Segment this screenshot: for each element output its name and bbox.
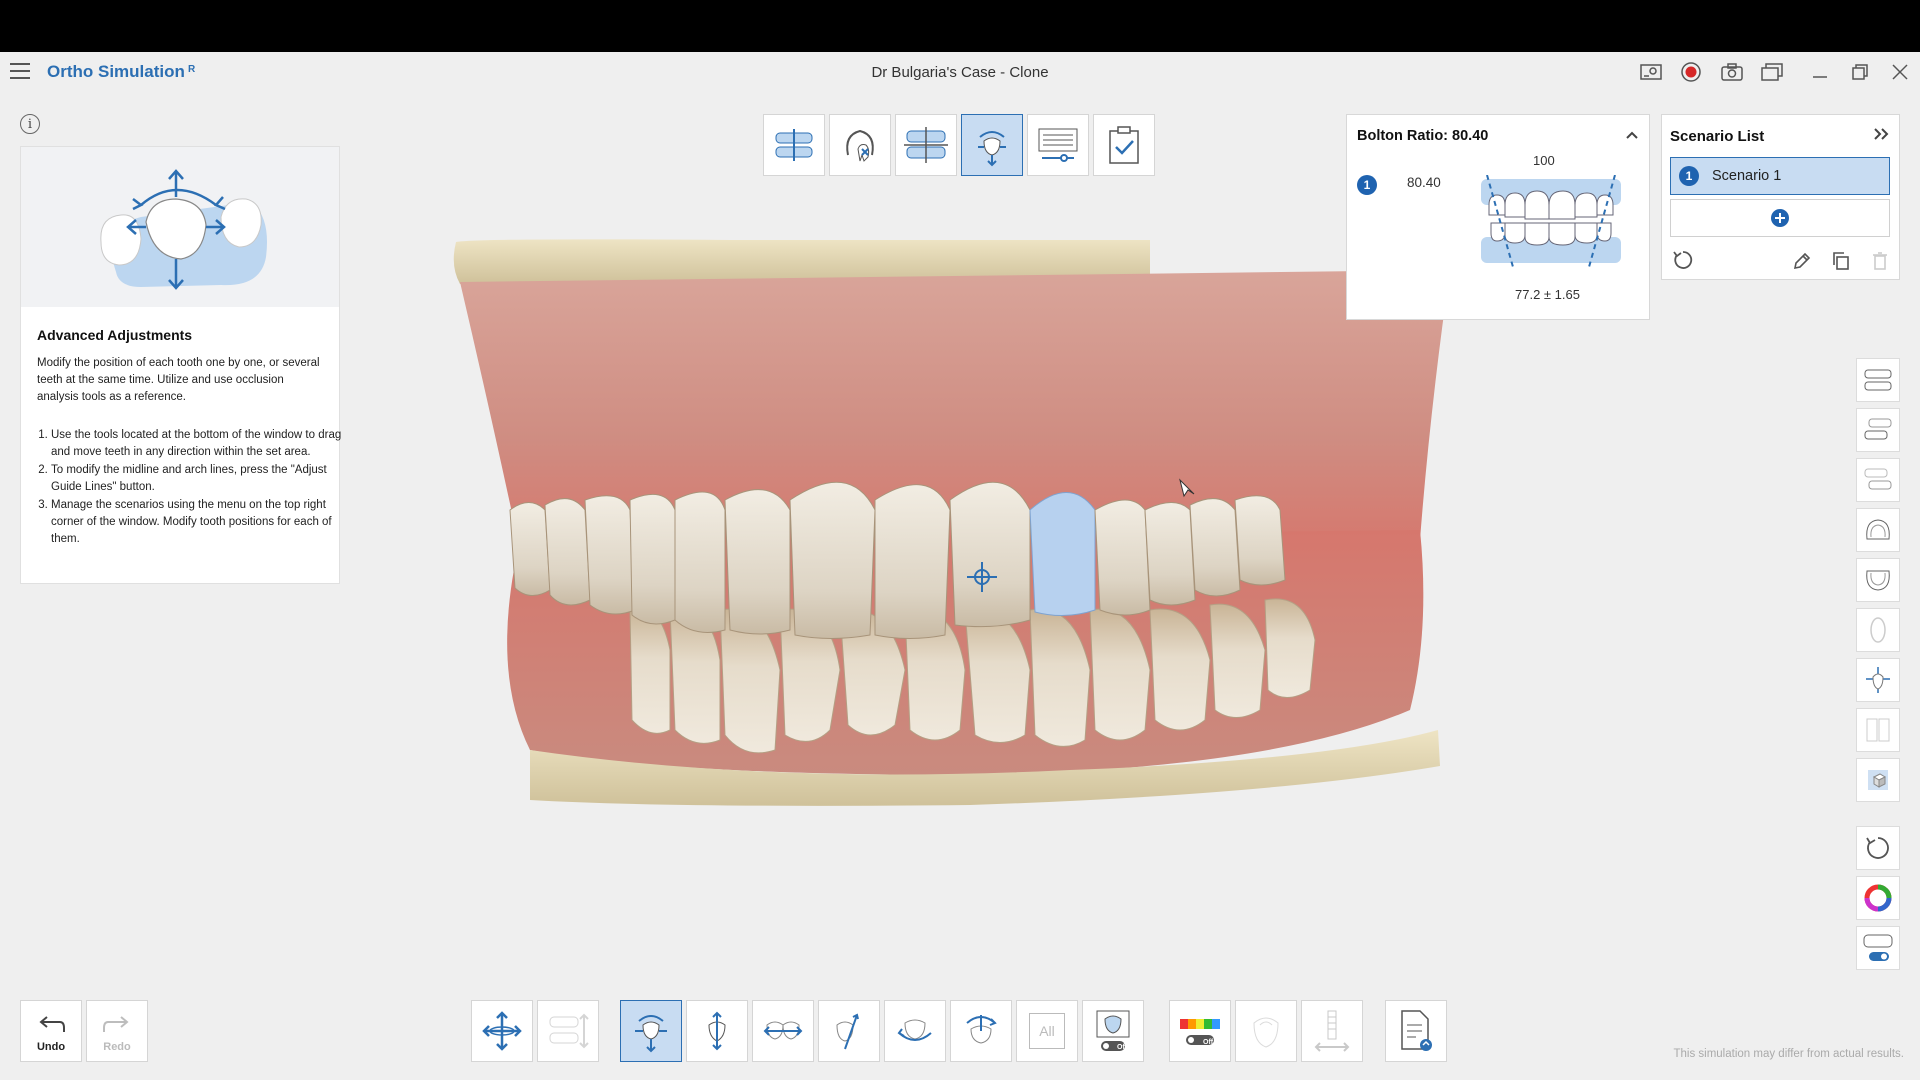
move-all-tool-button[interactable] (471, 1000, 533, 1062)
case-info-icon[interactable] (1638, 60, 1664, 84)
camera-icon[interactable] (1719, 60, 1745, 84)
duplicate-icon[interactable] (1831, 251, 1851, 276)
occlusion-map-toggle-button[interactable]: Off (1169, 1000, 1231, 1062)
case-title: Dr Bulgaria's Case - Clone (871, 64, 1049, 81)
tool-tooth-extraction-button[interactable] (829, 114, 891, 176)
edit-icon[interactable] (1792, 251, 1812, 276)
undo-label: Undo (36, 1041, 66, 1053)
help-description: Modify the position of each tooth one by… (37, 357, 320, 403)
close-icon[interactable] (1887, 60, 1913, 84)
free-move-tool-button[interactable] (620, 1000, 682, 1062)
help-step: To modify the midline and arch lines, pr… (51, 462, 345, 496)
collision-toggle-state: Off (1117, 1044, 1128, 1051)
view-both-jaws-button[interactable] (1856, 358, 1900, 402)
view-side-button (1856, 608, 1900, 652)
collision-toggle-button[interactable]: Off (1082, 1000, 1144, 1062)
chevron-up-icon[interactable] (1625, 127, 1639, 145)
help-step: Manage the scenarios using the menu on t… (51, 497, 345, 548)
add-scenario-button[interactable] (1670, 199, 1890, 237)
reset-icon[interactable] (1672, 249, 1694, 276)
reset-view-button[interactable] (1856, 826, 1900, 870)
screen-capture-icon[interactable] (1759, 60, 1785, 84)
bolton-scenario-badge: 1 (1357, 175, 1377, 195)
view-lower-jaw-button[interactable] (1856, 558, 1900, 602)
bolton-title: Bolton Ratio: 80.40 (1357, 128, 1489, 144)
report-button[interactable] (1385, 1000, 1447, 1062)
view-upper-jaw-button[interactable] (1856, 508, 1900, 552)
select-all-teeth-button: All (1016, 1000, 1078, 1062)
disclaimer-text: This simulation may differ from actual r… (1673, 1048, 1904, 1060)
rotation-tool-button[interactable] (950, 1000, 1012, 1062)
extrusion-tool-button[interactable] (686, 1000, 748, 1062)
view-split-button (1856, 708, 1900, 752)
view-toggle-on-button[interactable] (1856, 926, 1900, 970)
delete-icon (1870, 251, 1890, 276)
advanced-adjustments-illustration (21, 147, 339, 307)
help-card: Advanced Adjustments Modify the position… (20, 146, 341, 584)
help-steps: Use the tools located at the bottom of t… (37, 427, 345, 549)
tool-arch-alignment-button[interactable] (895, 114, 957, 176)
scenario-item[interactable]: 1 Scenario 1 (1670, 157, 1890, 195)
view-midline-button[interactable] (1856, 658, 1900, 702)
help-step: Use the tools located at the bottom of t… (51, 427, 345, 461)
scenario-label: Scenario 1 (1712, 168, 1782, 184)
info-icon[interactable]: i (20, 114, 40, 134)
scenario-list-title: Scenario List (1670, 128, 1765, 145)
minimize-icon[interactable] (1807, 60, 1833, 84)
mesial-distal-tool-button[interactable] (752, 1000, 814, 1062)
record-icon[interactable] (1678, 60, 1704, 84)
plus-icon (1771, 209, 1789, 227)
bolton-value: 80.40 (1407, 175, 1441, 190)
bolton-range: 77.2 ± 1.65 (1515, 287, 1580, 302)
tool-advanced-adjustments-button[interactable] (961, 114, 1023, 176)
screen-top-bar (0, 0, 1920, 52)
color-map-button[interactable] (1856, 876, 1900, 920)
scenario-badge: 1 (1679, 166, 1699, 186)
view-upper-offset-button[interactable] (1856, 408, 1900, 452)
tool-occlusion-view-button[interactable] (763, 114, 825, 176)
scenario-list-panel: Scenario List 1 Scenario 1 (1661, 114, 1900, 280)
tool-guide-lines-button[interactable] (1027, 114, 1089, 176)
tool-confirm-button[interactable] (1093, 114, 1155, 176)
double-chevron-right-icon[interactable] (1873, 127, 1889, 146)
view-cube-button[interactable] (1856, 758, 1900, 802)
jaw-movement-tool-button (537, 1000, 599, 1062)
view-lower-offset-button[interactable] (1856, 458, 1900, 502)
occlusion-map-toggle-state: Off (1203, 1039, 1214, 1046)
restore-icon[interactable] (1847, 60, 1873, 84)
redo-button: Redo (86, 1000, 148, 1062)
tooth-overlay-tool-button (1235, 1000, 1297, 1062)
undo-button[interactable]: Undo (20, 1000, 82, 1062)
bolton-arch-diagram (1479, 174, 1623, 268)
help-title: Advanced Adjustments (37, 327, 193, 343)
tip-tool-button[interactable] (818, 1000, 880, 1062)
redo-label: Redo (103, 1041, 131, 1053)
select-all-label: All (1029, 1013, 1065, 1049)
bolton-top-value: 100 (1533, 153, 1555, 168)
torque-tool-button[interactable] (884, 1000, 946, 1062)
bolton-ratio-panel: Bolton Ratio: 80.40 1 80.40 100 77.2 ± 1… (1346, 114, 1650, 320)
spacing-tool-button (1301, 1000, 1363, 1062)
